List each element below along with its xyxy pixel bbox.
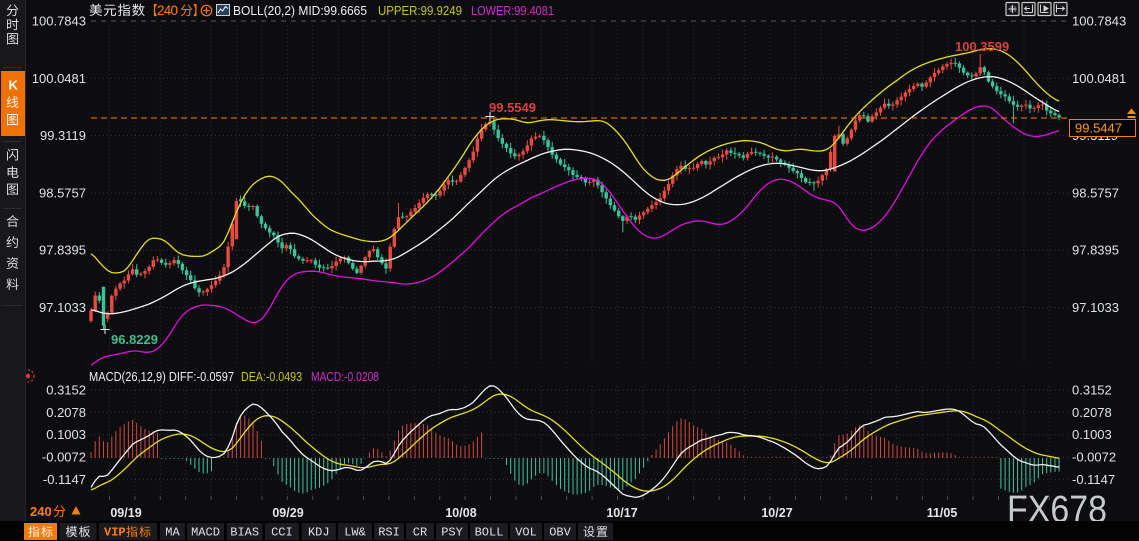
svg-text:10/17: 10/17 [606,506,637,520]
svg-text:100.7843: 100.7843 [32,14,86,29]
svg-text:98.5757: 98.5757 [1072,185,1119,200]
svg-text:OBV: OBV [549,526,571,540]
svg-text:MACD(26,12,9) DIFF:-0.0597: MACD(26,12,9) DIFF:-0.0597 [89,369,234,384]
svg-text:RSI: RSI [378,526,400,540]
svg-text:100.0481: 100.0481 [1072,71,1126,86]
svg-text:99.5549: 99.5549 [489,100,536,115]
svg-text:UPPER:99.9249: UPPER:99.9249 [378,3,462,18]
svg-text:0.2078: 0.2078 [46,405,86,420]
svg-text:BOLL(20,2) MID:99.6665: BOLL(20,2) MID:99.6665 [233,3,367,18]
svg-text:240: 240 [157,3,178,18]
svg-text:CR: CR [413,526,427,540]
svg-text:97.1033: 97.1033 [1072,300,1119,315]
svg-text:0.3152: 0.3152 [1072,383,1112,398]
svg-text:100.3599: 100.3599 [955,39,1009,54]
svg-text:0.3152: 0.3152 [46,383,86,398]
svg-text:BIAS: BIAS [230,526,259,540]
svg-text:0.2078: 0.2078 [1072,405,1112,420]
svg-text:-0.1147: -0.1147 [1072,472,1115,487]
svg-text:100.7843: 100.7843 [1072,14,1126,29]
svg-text:LW&: LW& [344,526,366,540]
svg-text:11/05: 11/05 [927,506,958,520]
svg-text:10/08: 10/08 [445,506,476,520]
svg-text:98.5757: 98.5757 [39,185,86,200]
svg-text:240: 240 [30,504,52,519]
svg-text:DEA:-0.0493: DEA:-0.0493 [241,369,302,384]
svg-text:0.1003: 0.1003 [46,427,86,442]
svg-text:PSY: PSY [441,526,463,540]
svg-text:VIP: VIP [104,526,126,540]
svg-text:96.8229: 96.8229 [111,332,158,347]
svg-text:97.8395: 97.8395 [39,243,86,258]
svg-text:-0.1147: -0.1147 [43,472,86,487]
svg-text:-0.0072: -0.0072 [1072,450,1116,465]
svg-text:KDJ: KDJ [308,526,330,540]
svg-text:97.1033: 97.1033 [39,300,86,315]
svg-text:K: K [9,78,19,93]
svg-text:CCI: CCI [271,526,293,540]
svg-text:10/27: 10/27 [761,506,792,520]
svg-text:MACD:-0.0208: MACD:-0.0208 [311,369,379,384]
svg-text:99.3119: 99.3119 [40,128,86,143]
svg-text:09/19: 09/19 [110,506,141,520]
svg-text:VOL: VOL [515,526,537,540]
svg-text:0.1003: 0.1003 [1072,427,1112,442]
svg-text:-0.0072: -0.0072 [42,450,86,465]
svg-text:MA: MA [165,526,180,540]
svg-text:97.8395: 97.8395 [1072,243,1119,258]
svg-text:09/29: 09/29 [272,506,303,520]
svg-text:BOLL: BOLL [475,526,504,540]
svg-text:99.5447: 99.5447 [1075,121,1122,136]
svg-text:MACD: MACD [191,526,220,540]
svg-text:LOWER:99.4081: LOWER:99.4081 [471,3,554,18]
svg-text:100.0481: 100.0481 [32,71,86,86]
